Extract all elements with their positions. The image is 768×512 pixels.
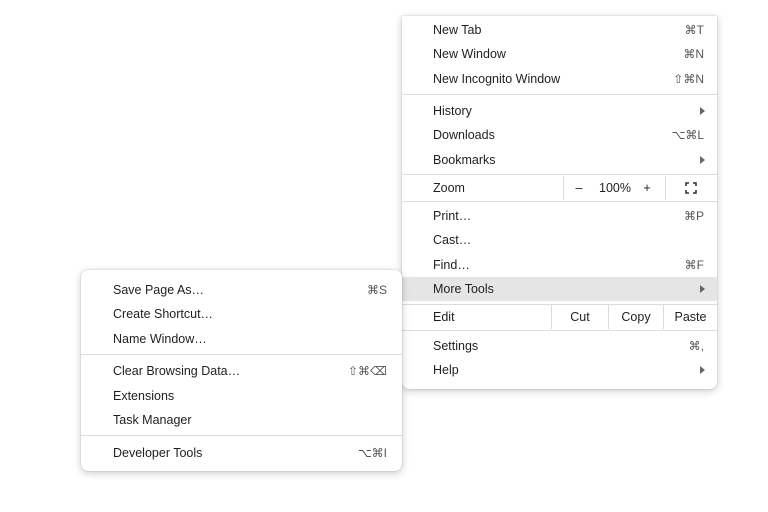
menu-separator	[402, 201, 717, 202]
menu-item-label: New Window	[433, 47, 506, 61]
menu-item-label: History	[433, 104, 472, 118]
menu-item-label: Bookmarks	[433, 153, 496, 167]
edit-label: Edit	[433, 310, 455, 324]
menu-item-shortcut: ⇧⌘N	[673, 72, 704, 86]
menu-separator	[402, 174, 717, 175]
menu-item-developer-tools[interactable]: Developer Tools ⌥⌘I	[81, 441, 402, 465]
menu-item-shortcut: ⇧⌘⌫	[347, 364, 387, 378]
submenu-arrow-icon	[700, 285, 705, 293]
menu-item-more-tools[interactable]: More Tools	[402, 277, 717, 301]
menu-item-print[interactable]: Print… ⌘P	[402, 204, 717, 228]
menu-item-label: New Tab	[433, 23, 482, 37]
more-tools-submenu: Save Page As… ⌘S Create Shortcut… Name W…	[81, 270, 402, 471]
menu-row-zoom: Zoom – 100% +	[402, 176, 717, 200]
menu-item-create-shortcut[interactable]: Create Shortcut…	[81, 302, 402, 326]
menu-item-extensions[interactable]: Extensions	[81, 384, 402, 408]
menu-item-label: Clear Browsing Data…	[113, 364, 241, 378]
menu-item-new-incognito-window[interactable]: New Incognito Window ⇧⌘N	[402, 67, 717, 91]
menu-item-help[interactable]: Help	[402, 358, 717, 382]
menu-item-new-tab[interactable]: New Tab ⌘T	[402, 18, 717, 42]
menu-item-shortcut: ⌘N	[683, 47, 704, 61]
menu-item-shortcut: ⌘,	[688, 339, 704, 353]
zoom-in-button[interactable]: +	[640, 181, 654, 195]
chrome-main-menu: New Tab ⌘T New Window ⌘N New Incognito W…	[402, 16, 717, 389]
submenu-arrow-icon	[700, 107, 705, 115]
zoom-label: Zoom	[433, 181, 465, 195]
paste-button[interactable]: Paste	[664, 310, 717, 324]
cut-button[interactable]: Cut	[552, 310, 608, 324]
submenu-arrow-icon	[700, 366, 705, 374]
menu-item-label: Cast…	[433, 233, 472, 247]
menu-item-downloads[interactable]: Downloads ⌥⌘L	[402, 123, 717, 147]
zoom-divider	[665, 176, 666, 200]
menu-item-label: Settings	[433, 339, 479, 353]
zoom-out-button[interactable]: –	[572, 181, 586, 195]
zoom-divider	[563, 176, 564, 200]
menu-item-shortcut: ⌥⌘L	[671, 128, 704, 142]
menu-item-shortcut: ⌘T	[684, 23, 704, 37]
menu-item-find[interactable]: Find… ⌘F	[402, 253, 717, 277]
fullscreen-icon[interactable]	[685, 182, 697, 197]
menu-item-label: Developer Tools	[113, 446, 203, 460]
submenu-arrow-icon	[700, 156, 705, 164]
menu-item-label: Help	[433, 363, 459, 377]
menu-item-label: Create Shortcut…	[113, 307, 214, 321]
menu-item-name-window[interactable]: Name Window…	[81, 327, 402, 351]
menu-item-clear-browsing-data[interactable]: Clear Browsing Data… ⇧⌘⌫	[81, 359, 402, 383]
menu-row-edit: Edit Cut Copy Paste	[402, 305, 717, 329]
menu-item-history[interactable]: History	[402, 99, 717, 123]
menu-item-label: Print…	[433, 209, 472, 223]
menu-item-cast[interactable]: Cast…	[402, 228, 717, 252]
menu-item-shortcut: ⌘S	[366, 283, 387, 297]
menu-separator	[402, 94, 717, 95]
menu-item-label: New Incognito Window	[433, 72, 561, 86]
menu-item-task-manager[interactable]: Task Manager	[81, 408, 402, 432]
menu-separator	[81, 435, 402, 436]
menu-item-settings[interactable]: Settings ⌘,	[402, 334, 717, 358]
menu-item-new-window[interactable]: New Window ⌘N	[402, 42, 717, 66]
menu-item-label: Save Page As…	[113, 283, 205, 297]
menu-item-bookmarks[interactable]: Bookmarks	[402, 148, 717, 172]
menu-item-label: Downloads	[433, 128, 495, 142]
menu-item-label: Find…	[433, 258, 470, 272]
menu-item-shortcut: ⌘F	[684, 258, 704, 272]
menu-item-shortcut: ⌘P	[683, 209, 704, 223]
menu-item-label: Name Window…	[113, 332, 207, 346]
menu-item-label: More Tools	[433, 282, 494, 296]
menu-separator	[402, 330, 717, 331]
menu-item-label: Task Manager	[113, 413, 192, 427]
zoom-level-value: 100%	[599, 181, 631, 195]
copy-button[interactable]: Copy	[609, 310, 663, 324]
menu-item-save-page-as[interactable]: Save Page As… ⌘S	[81, 278, 402, 302]
menu-item-shortcut: ⌥⌘I	[357, 446, 387, 460]
menu-separator	[81, 354, 402, 355]
menu-item-label: Extensions	[113, 389, 175, 403]
